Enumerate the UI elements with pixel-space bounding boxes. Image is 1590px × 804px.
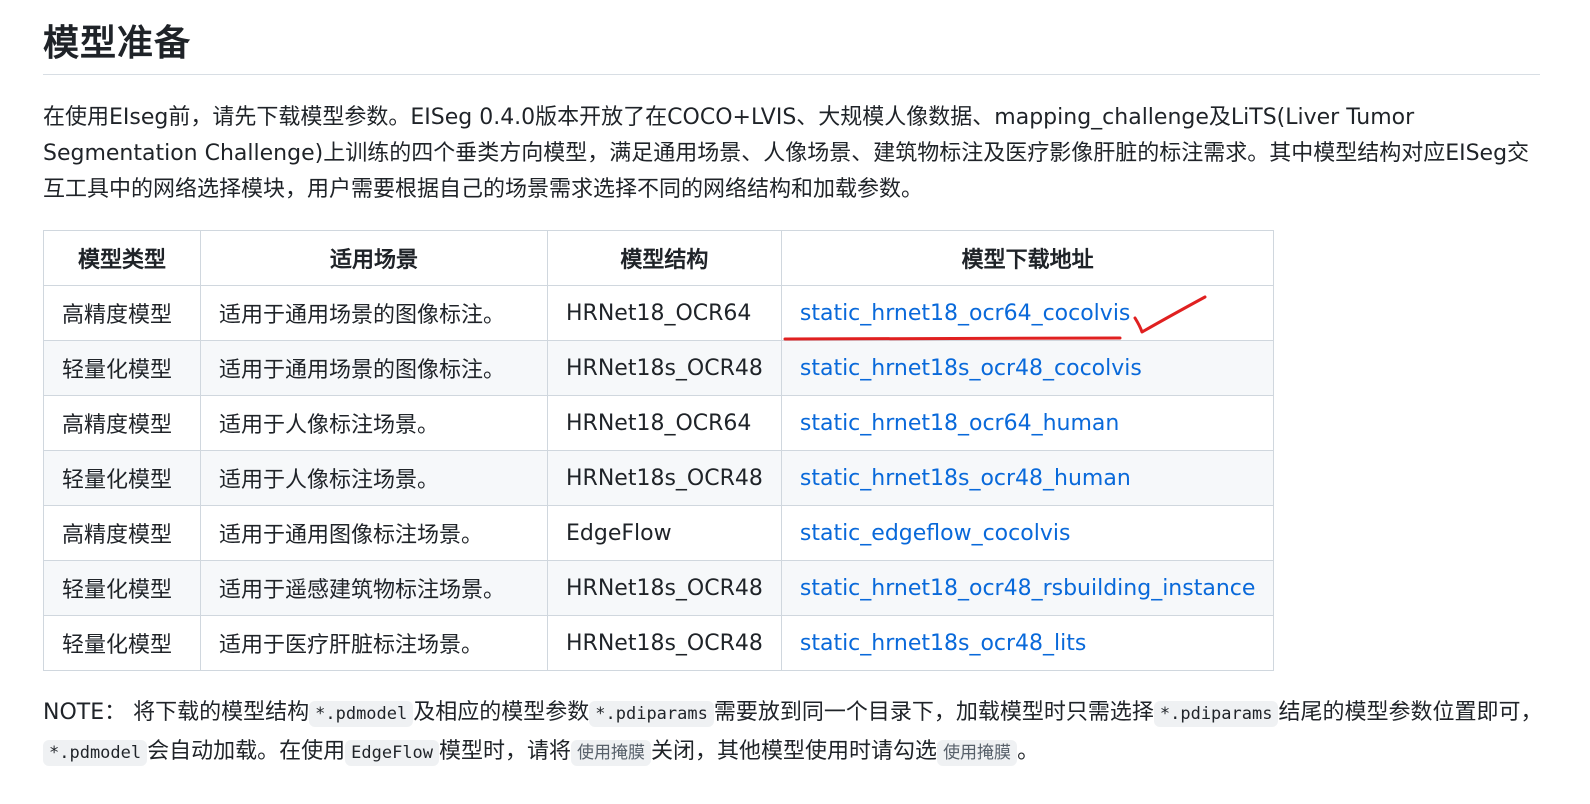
download-cell: static_hrnet18s_ocr48_cocolvis (780, 340, 1275, 396)
model-type-cell: 轻量化模型 (43, 340, 201, 396)
column-header-download: 模型下载地址 (780, 230, 1275, 286)
download-link[interactable]: static_hrnet18_ocr64_human (800, 411, 1119, 436)
structure-cell: HRNet18s_OCR48 (547, 340, 782, 396)
model-type-cell: 高精度模型 (43, 505, 201, 561)
structure-cell: HRNet18s_OCR48 (547, 615, 782, 671)
download-cell: static_hrnet18_ocr48_rsbuilding_instance (780, 560, 1275, 616)
note-paragraph: NOTE： 将下载的模型结构 *.pdmodel 及相应的模型参数 *.pdipara… (43, 694, 1543, 772)
table-row: 轻量化模型 适用于医疗肝脏标注场景。 HRNet18s_OCR48 static… (43, 615, 1275, 671)
model-table: 模型类型 适用场景 模型结构 模型下载地址 高精度模型 适用于通用场景的图像标注… (43, 230, 1275, 671)
scenario-cell: 适用于通用场景的图像标注。 (200, 285, 548, 341)
note-text: 模型时，请将 (439, 739, 572, 764)
code-pdmodel: *.pdmodel (309, 701, 414, 727)
table-row: 高精度模型 适用于通用场景的图像标注。 HRNet18_OCR64 static… (43, 285, 1275, 341)
section-title: 模型准备 (43, 23, 192, 64)
download-link[interactable]: static_hrnet18s_ocr48_lits (800, 631, 1086, 656)
table-row: 轻量化模型 适用于遥感建筑物标注场景。 HRNet18s_OCR48 stati… (43, 560, 1275, 616)
download-cell: static_edgeflow_cocolvis (780, 505, 1275, 561)
note-text: 需要放到同一个目录下，加载模型时只需选择 (713, 700, 1154, 725)
table-row: 轻量化模型 适用于人像标注场景。 HRNet18s_OCR48 static_h… (43, 450, 1275, 506)
code-use-mask: 使用掩膜 (937, 740, 1018, 766)
column-header-scenario: 适用场景 (200, 230, 548, 286)
table-row: 高精度模型 适用于通用图像标注场景。 EdgeFlow static_edgef… (43, 505, 1275, 561)
table-row: 高精度模型 适用于人像标注场景。 HRNet18_OCR64 static_hr… (43, 395, 1275, 451)
scenario-cell: 适用于人像标注场景。 (200, 395, 548, 451)
scenario-cell: 适用于通用场景的图像标注。 (200, 340, 548, 396)
scenario-cell: 适用于人像标注场景。 (200, 450, 548, 506)
note-label: NOTE： (43, 700, 127, 725)
code-pdmodel: *.pdmodel (43, 740, 148, 766)
download-link[interactable]: static_hrnet18_ocr64_cocolvis (800, 301, 1131, 326)
structure-cell: HRNet18_OCR64 (547, 395, 782, 451)
download-link[interactable]: static_hrnet18s_ocr48_human (800, 466, 1131, 491)
model-type-cell: 高精度模型 (43, 285, 201, 341)
scenario-cell: 适用于通用图像标注场景。 (200, 505, 548, 561)
scenario-cell: 适用于医疗肝脏标注场景。 (200, 615, 548, 671)
column-header-type: 模型类型 (43, 230, 201, 286)
note-text: 会自动加载。在使用 (147, 739, 346, 764)
intro-paragraph: 在使用EIseg前，请先下载模型参数。EISeg 0.4.0版本开放了在COCO… (43, 105, 1530, 202)
column-header-structure: 模型结构 (547, 230, 782, 286)
download-cell: static_hrnet18_ocr64_human (780, 395, 1275, 451)
download-link[interactable]: static_hrnet18_ocr48_rsbuilding_instance (800, 576, 1256, 601)
structure-cell: HRNet18s_OCR48 (547, 450, 782, 506)
table-header-row: 模型类型 适用场景 模型结构 模型下载地址 (43, 230, 1275, 286)
note-text: 将下载的模型结构 (126, 700, 310, 725)
code-pdiparams: *.pdiparams (589, 701, 714, 727)
structure-cell: HRNet18s_OCR48 (547, 560, 782, 616)
download-cell: static_hrnet18_ocr64_cocolvis (780, 285, 1275, 341)
download-cell: static_hrnet18s_ocr48_lits (780, 615, 1275, 671)
code-pdiparams: *.pdiparams (1153, 701, 1279, 727)
title-divider (43, 74, 1540, 75)
download-link[interactable]: static_edgeflow_cocolvis (800, 521, 1071, 546)
note-text: 及相应的模型参数 (413, 700, 590, 725)
model-type-cell: 高精度模型 (43, 395, 201, 451)
model-type-cell: 轻量化模型 (43, 560, 201, 616)
download-link[interactable]: static_hrnet18s_ocr48_cocolvis (800, 356, 1142, 381)
scenario-cell: 适用于遥感建筑物标注场景。 (200, 560, 548, 616)
download-cell: static_hrnet18s_ocr48_human (780, 450, 1275, 506)
code-use-mask: 使用掩膜 (571, 740, 652, 766)
model-type-cell: 轻量化模型 (43, 615, 201, 671)
code-edgeflow: EdgeFlow (345, 740, 440, 766)
structure-cell: HRNet18_OCR64 (547, 285, 782, 341)
table-row: 轻量化模型 适用于通用场景的图像标注。 HRNet18s_OCR48 stati… (43, 340, 1275, 396)
structure-cell: EdgeFlow (547, 505, 782, 561)
note-text: 。 (1017, 739, 1040, 764)
note-text: 关闭，其他模型使用时请勾选 (651, 739, 938, 764)
note-text: 结尾的模型参数位置即可， (1278, 700, 1543, 725)
model-type-cell: 轻量化模型 (43, 450, 201, 506)
